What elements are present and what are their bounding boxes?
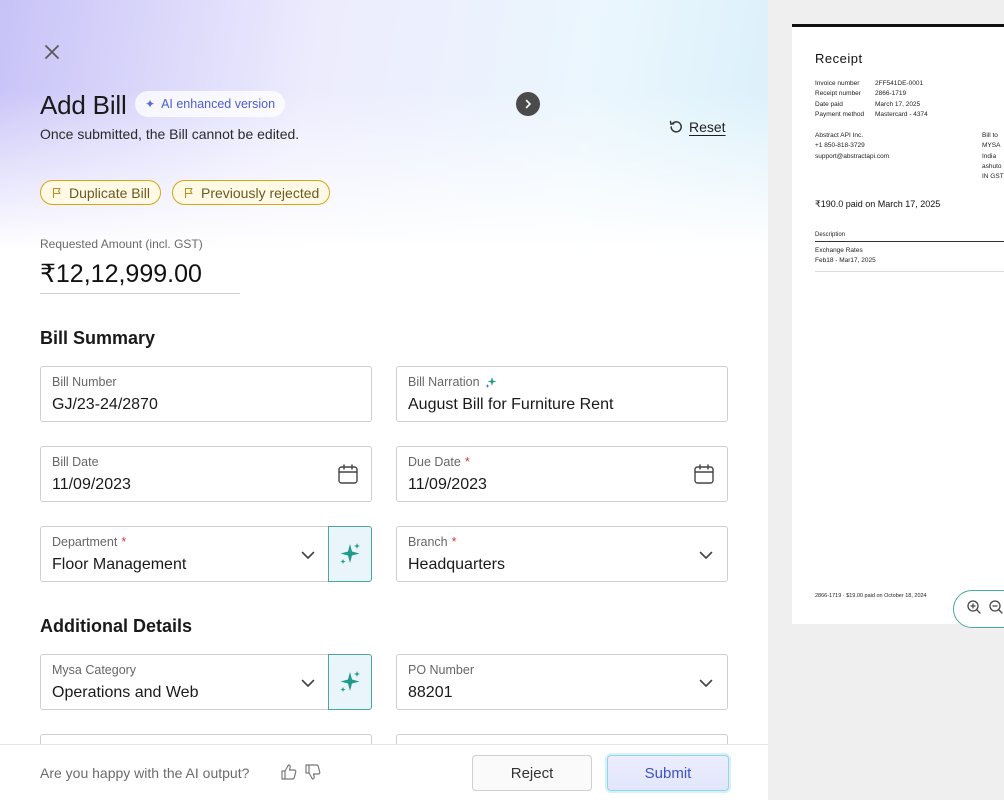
mysa-category-select[interactable]: Mysa Category Operations and Web	[40, 654, 330, 710]
zoom-controls	[953, 590, 1004, 628]
zoom-out-icon[interactable]	[988, 599, 1004, 620]
field-value: 11/09/2023	[408, 476, 487, 493]
department-select[interactable]: Department * Floor Management	[40, 526, 330, 582]
previously-rejected-tag: Previously rejected	[172, 180, 331, 205]
field-value: Headquarters	[408, 556, 505, 573]
footer-bar: Are you happy with the AI output? Reject…	[0, 744, 768, 800]
additional-details-heading: Additional Details	[40, 616, 193, 636]
field-label: Branch *	[408, 535, 457, 549]
receipt-preview-panel: Receipt Invoice number Receipt number Da…	[768, 0, 1004, 800]
reset-button[interactable]: Reset	[668, 119, 726, 135]
collapse-preview-button[interactable]	[516, 92, 540, 116]
chevron-down-icon[interactable]	[299, 546, 317, 569]
requested-amount-value[interactable]: ₹12,12,999.00	[40, 259, 202, 289]
calendar-icon[interactable]	[693, 463, 715, 490]
bill-narration-field[interactable]: Bill Narration August Bill for Furniture…	[396, 366, 728, 422]
ai-suggest-category-button[interactable]	[328, 654, 372, 710]
sparkle-icon: ✦	[145, 97, 156, 111]
submit-button[interactable]: Submit	[607, 755, 729, 791]
add-bill-panel: Add Bill ✦ AI enhanced version Once subm…	[0, 0, 768, 800]
branch-select[interactable]: Branch * Headquarters	[396, 526, 728, 582]
receipt-document: Receipt Invoice number Receipt number Da…	[792, 24, 1004, 624]
ai-sparkle-icon	[340, 543, 360, 564]
reset-icon	[669, 120, 682, 133]
tag-label: Previously rejected	[201, 184, 320, 201]
flag-icon	[184, 187, 193, 198]
field-label: Bill Number	[52, 375, 117, 389]
duplicate-bill-tag: Duplicate Bill	[40, 180, 161, 205]
field-value: Operations and Web	[52, 684, 199, 701]
field-label: PO Number	[408, 663, 474, 677]
ai-enhanced-badge: ✦ AI enhanced version	[135, 91, 286, 117]
chevron-down-icon[interactable]	[697, 546, 715, 569]
po-number-select[interactable]: PO Number 88201	[396, 654, 728, 710]
ai-badge-label: AI enhanced version	[161, 97, 276, 111]
header-gradient	[0, 0, 768, 250]
receipt-line-item: Exchange Rates Feb18 - Mar17, 2025	[815, 247, 876, 265]
field-value: Floor Management	[52, 556, 187, 573]
close-icon[interactable]	[40, 40, 64, 64]
receipt-description-header: Description	[815, 232, 846, 238]
receipt-title: Receipt	[815, 51, 863, 66]
due-date-field[interactable]: Due Date * 11/09/2023	[396, 446, 728, 502]
chevron-down-icon[interactable]	[299, 674, 317, 697]
chevron-right-icon	[525, 99, 532, 109]
requested-amount-underline	[40, 293, 240, 294]
reject-button[interactable]: Reject	[472, 755, 592, 791]
thumbs-down-icon[interactable]	[304, 763, 322, 786]
receipt-paid-line: ₹190.0 paid on March 17, 2025	[815, 199, 941, 209]
field-value: August Bill for Furniture Rent	[408, 396, 614, 413]
flag-icon	[52, 187, 61, 198]
bill-number-field[interactable]: Bill Number GJ/23-24/2870	[40, 366, 372, 422]
zoom-in-icon[interactable]	[966, 599, 982, 620]
receipt-bill-to: Bill to MYSA India ashuto IN GST	[982, 132, 1004, 181]
reset-label: Reset	[689, 119, 726, 135]
requested-amount-label: Requested Amount (incl. GST)	[40, 237, 203, 251]
field-label: Due Date *	[408, 455, 470, 469]
field-label: Bill Date	[52, 455, 99, 469]
ai-sparkle-icon	[485, 377, 497, 388]
ai-sparkle-icon	[340, 671, 360, 692]
field-value: GJ/23-24/2870	[52, 396, 158, 413]
page-subtitle: Once submitted, the Bill cannot be edite…	[40, 126, 300, 142]
receipt-footer-line: 2866-1719 · $19.00 paid on October 18, 2…	[815, 593, 927, 599]
calendar-icon[interactable]	[337, 463, 359, 490]
field-label: Department *	[52, 535, 127, 549]
ai-suggest-department-button[interactable]	[328, 526, 372, 582]
field-label: Mysa Category	[52, 663, 137, 677]
receipt-from-address: Abstract API Inc. +1 850-818-3729 suppor…	[815, 132, 890, 160]
bill-date-field[interactable]: Bill Date 11/09/2023	[40, 446, 372, 502]
tag-label: Duplicate Bill	[69, 184, 150, 201]
receipt-meta-labels: Invoice number Receipt number Date paid …	[815, 80, 865, 118]
field-value: 88201	[408, 684, 453, 701]
field-label: Bill Narration	[408, 375, 498, 389]
ai-feedback-text: Are you happy with the AI output?	[40, 765, 250, 781]
chevron-down-icon[interactable]	[697, 674, 715, 697]
bill-summary-heading: Bill Summary	[40, 328, 156, 348]
receipt-rule	[815, 241, 1004, 242]
field-value: 11/09/2023	[52, 476, 131, 493]
page-title: Add Bill	[40, 90, 127, 120]
receipt-meta-values: 2FF541DE-0001 2866-1719 March 17, 2025 M…	[875, 80, 928, 118]
receipt-rule	[815, 271, 1004, 272]
thumbs-up-icon[interactable]	[280, 763, 298, 786]
